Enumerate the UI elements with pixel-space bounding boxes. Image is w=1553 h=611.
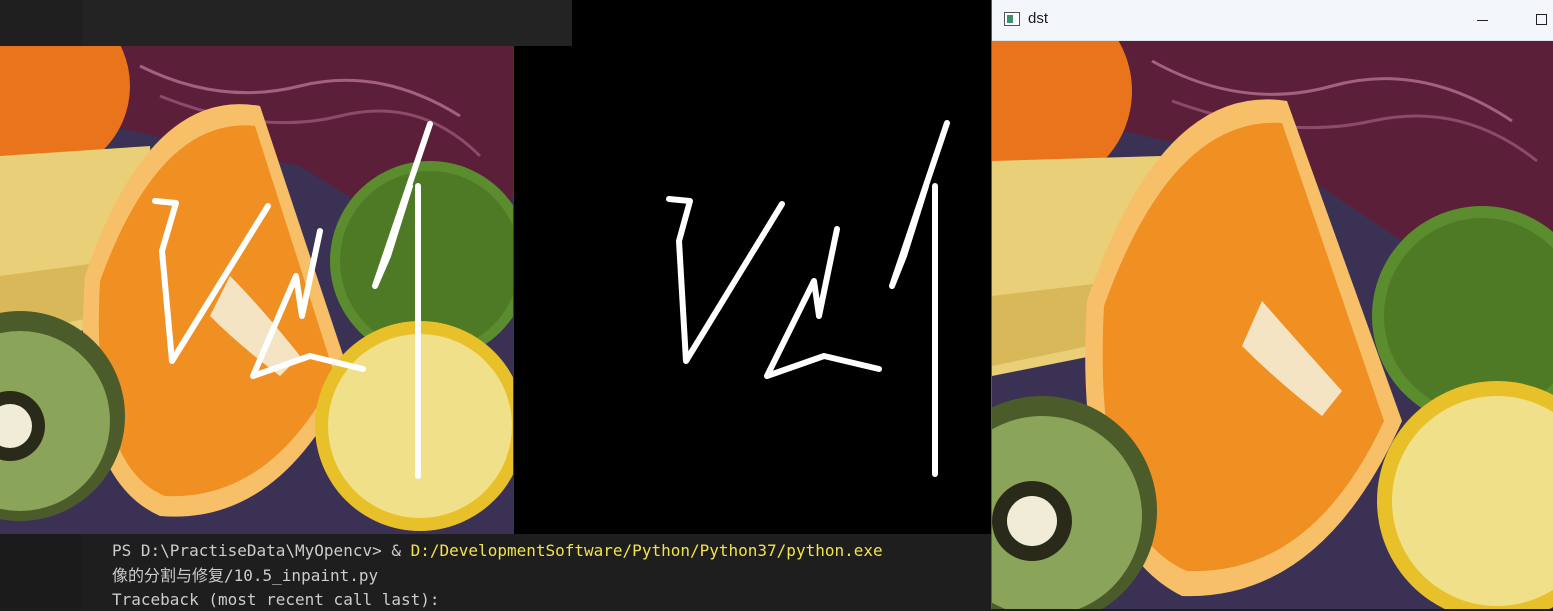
mask-image bbox=[514, 46, 992, 534]
terminal-prompt: PS D:\PractiseData\MyOpencv> & bbox=[112, 541, 411, 560]
dst-window-title: dst bbox=[1028, 10, 1049, 27]
dst-window[interactable]: dst bbox=[992, 0, 1553, 609]
maximize-button[interactable] bbox=[1526, 0, 1553, 40]
terminal-traceback-line: Traceback (most recent call last): bbox=[112, 590, 440, 609]
dst-titlebar[interactable]: dst bbox=[992, 0, 1553, 41]
minimize-button[interactable] bbox=[1460, 0, 1506, 40]
terminal-script-line: 像的分割与修复/10.5_inpaint.py bbox=[112, 566, 379, 585]
activity-bar bbox=[0, 0, 82, 46]
editor-tab-area[interactable] bbox=[82, 0, 572, 46]
source-image-window[interactable] bbox=[0, 46, 514, 534]
terminal-command-path: D:/DevelopmentSoftware/Python/Python37/p… bbox=[410, 541, 883, 560]
mask-image-window[interactable] bbox=[514, 46, 992, 534]
inpainted-fruit-image bbox=[992, 41, 1553, 609]
terminal-panel[interactable]: PS D:\PractiseData\MyOpencv> & D:/Develo… bbox=[0, 534, 992, 609]
terminal-command-line: PS D:\PractiseData\MyOpencv> & D:/Develo… bbox=[112, 540, 883, 562]
source-fruit-image bbox=[0, 46, 514, 534]
inpainted-image-canvas bbox=[992, 41, 1553, 609]
terminal-gutter bbox=[0, 534, 82, 609]
window-app-icon bbox=[1004, 12, 1020, 26]
editor-blank-area bbox=[572, 0, 992, 46]
